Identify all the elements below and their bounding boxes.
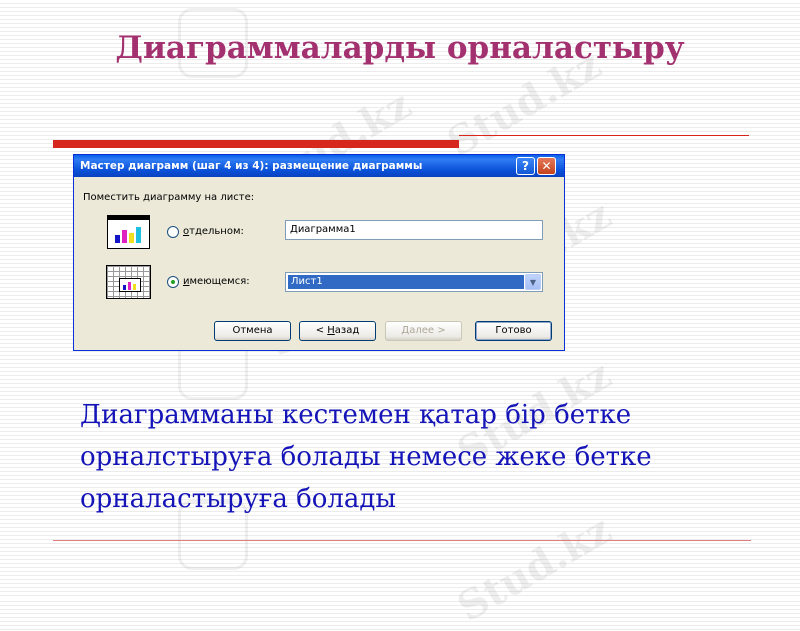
chart-wizard-dialog: Мастер диаграмм (шаг 4 из 4): размещение… bbox=[73, 154, 565, 351]
chevron-down-icon[interactable]: ▼ bbox=[525, 274, 541, 290]
footer-line bbox=[53, 540, 751, 541]
finish-button[interactable]: Готово bbox=[475, 321, 552, 341]
slide-body-text: Диаграмманы кестемен қатар бір бетке орн… bbox=[80, 400, 652, 514]
slide-title: Диаграммаларды орналастыру bbox=[115, 30, 685, 66]
accent-bar bbox=[53, 140, 459, 148]
option-existing-label[interactable]: имеющемся: bbox=[183, 276, 250, 287]
dialog-titlebar[interactable]: Мастер диаграмм (шаг 4 из 4): размещение… bbox=[74, 155, 564, 177]
separate-sheet-name-input[interactable]: Диаграмма1 bbox=[285, 220, 543, 240]
next-button[interactable]: Далее > bbox=[385, 321, 462, 341]
cancel-button[interactable]: Отмена bbox=[214, 321, 291, 341]
option-separate-label[interactable]: отдельном: bbox=[183, 226, 244, 237]
accent-line bbox=[459, 135, 749, 136]
back-button[interactable]: < Назад bbox=[299, 321, 376, 341]
placement-group-label: Поместить диаграмму на листе: bbox=[83, 192, 255, 203]
embedded-chart-icon bbox=[106, 265, 151, 299]
dialog-title: Мастер диаграмм (шаг 4 из 4): размещение… bbox=[80, 160, 423, 172]
help-button[interactable]: ? bbox=[516, 157, 535, 175]
option-separate-radio[interactable] bbox=[167, 226, 179, 238]
chart-sheet-icon bbox=[107, 215, 150, 249]
watermark-text: Stud.kz bbox=[449, 505, 620, 631]
existing-sheet-value: Лист1 bbox=[288, 275, 524, 289]
option-existing-radio[interactable] bbox=[167, 276, 179, 288]
close-button[interactable]: ✕ bbox=[537, 157, 556, 175]
existing-sheet-select[interactable]: Лист1 ▼ bbox=[285, 272, 543, 292]
